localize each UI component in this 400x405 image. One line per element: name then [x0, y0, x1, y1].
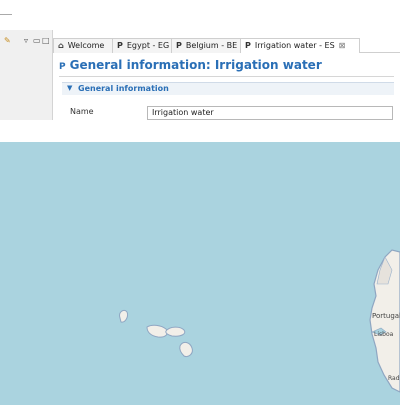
- gap-area: [0, 120, 400, 142]
- tab-label: Irrigation water - ES: [254, 41, 335, 50]
- tab-egypt[interactable]: P Egypt - EG: [112, 38, 174, 53]
- map-canvas: [119, 249, 400, 393]
- name-field[interactable]: Irrigation water: [147, 106, 393, 120]
- process-icon: P: [176, 41, 182, 50]
- home-icon: ⌂: [58, 41, 64, 50]
- editor-tabs: ⌂ Welcome P Egypt - EG P Belgium - BE P Irri…: [53, 38, 400, 53]
- left-panel: ✎ ▿ ▭ □: [0, 30, 53, 121]
- process-icon: P: [59, 62, 66, 72]
- island: [146, 324, 168, 338]
- tab-label: Egypt - EG: [126, 41, 170, 50]
- process-icon: P: [117, 41, 123, 50]
- close-icon[interactable]: ⊠: [339, 41, 346, 50]
- island: [179, 341, 193, 357]
- top-strip: [0, 0, 400, 30]
- map-label-portugal: Portugal: [372, 312, 400, 320]
- view-menu-icon[interactable]: ▿: [24, 36, 28, 46]
- map-label-rad: Rad: [388, 375, 400, 382]
- tab-irrigation-water[interactable]: P Irrigation water - ES ⊠: [240, 38, 360, 53]
- field-row-name: Name Irrigation water: [62, 102, 394, 120]
- tool-icon[interactable]: ✎: [4, 36, 11, 46]
- island: [119, 309, 128, 323]
- section-label: General information: [78, 84, 169, 93]
- form-title-text: General information: Irrigation water: [69, 58, 322, 72]
- maximize-icon[interactable]: □: [42, 36, 50, 46]
- tab-label: Belgium - BE: [185, 41, 238, 50]
- tab-belgium[interactable]: P Belgium - BE: [171, 38, 243, 53]
- field-label-name: Name: [70, 107, 94, 116]
- separator: [0, 14, 12, 15]
- island: [165, 326, 186, 337]
- section-general-information[interactable]: ▼ General information: [62, 82, 394, 95]
- tab-label: Welcome: [67, 41, 105, 50]
- title-divider: [59, 76, 394, 77]
- tab-welcome[interactable]: ⌂ Welcome: [53, 38, 115, 53]
- form-title: P General information: Irrigation water: [59, 56, 322, 74]
- collapse-icon[interactable]: ▼: [67, 84, 72, 92]
- map-label-lisboa: Lisboa: [374, 331, 394, 338]
- editor-area: ⌂ Welcome P Egypt - EG P Belgium - BE P Irri…: [53, 30, 400, 120]
- map-view[interactable]: Portugal Lisboa Rad: [0, 142, 400, 405]
- minimize-icon[interactable]: ▭: [33, 36, 41, 46]
- process-icon: P: [245, 41, 251, 50]
